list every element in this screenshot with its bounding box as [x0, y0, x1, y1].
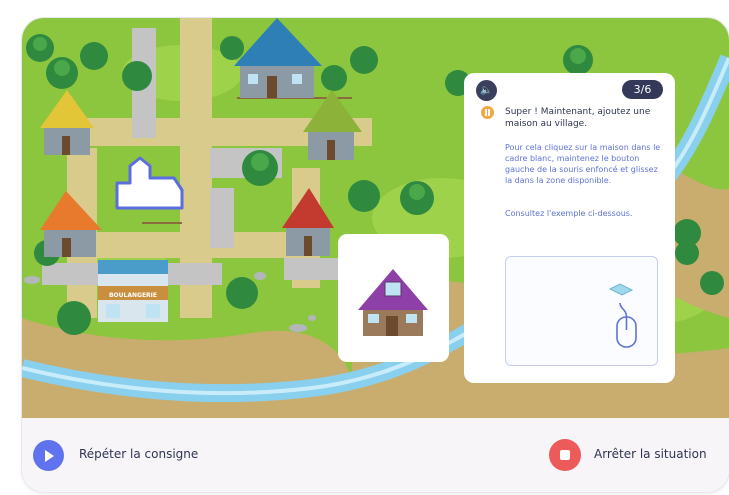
stop-situation-button[interactable]: Arrêter la situation [594, 447, 707, 461]
tile-icon [608, 283, 634, 296]
bottom-control-bar: Répéter la consigne Arrêter la situation [22, 418, 729, 492]
repeat-instruction-button[interactable]: Répéter la consigne [79, 447, 198, 461]
example-illustration [505, 256, 658, 366]
example-drawing [608, 283, 637, 348]
play-icon[interactable] [33, 440, 64, 471]
instruction-steps-text: Pour cela cliquez sur la maison dans le … [505, 143, 661, 185]
pause-icon[interactable] [481, 106, 494, 119]
instruction-panel: 🔈 3/6 Super ! Maintenant, ajoutez une ma… [464, 73, 675, 383]
stop-icon[interactable] [549, 439, 581, 471]
purple-house-icon[interactable] [338, 234, 449, 362]
speaker-icon[interactable]: 🔈 [476, 80, 497, 101]
step-counter: 3/6 [622, 80, 663, 99]
game-frame: BOULANGERIE 🔈 3/6 Super ! Maintenant, aj… [22, 18, 729, 492]
instruction-main-text: Super ! Maintenant, ajoutez une maison a… [505, 107, 651, 129]
mouse-icon [616, 302, 637, 348]
instruction-example-text: Consultez l'exemple ci-dessous. [505, 209, 633, 218]
house-preview-card[interactable] [338, 234, 449, 362]
bakery-building [98, 260, 168, 322]
bakery-sign-text: BOULANGERIE [109, 292, 157, 299]
